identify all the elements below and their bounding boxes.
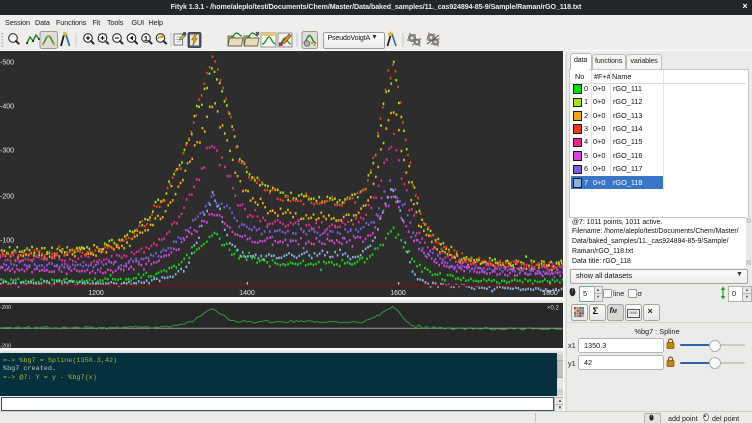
svg-text:-200: -200 <box>0 194 14 201</box>
svg-text:1400: 1400 <box>239 290 255 297</box>
svg-text:×0.2: ×0.2 <box>547 306 560 312</box>
svg-text:-300: -300 <box>0 148 14 155</box>
svg-text:-100: -100 <box>0 238 14 245</box>
svg-text:1600: 1600 <box>390 290 406 297</box>
svg-text:-200: -200 <box>0 305 11 311</box>
svg-text:1200: 1200 <box>88 290 104 297</box>
svg-text:-500: -500 <box>0 60 14 67</box>
svg-text:-400: -400 <box>0 104 14 111</box>
svg-text:1800: 1800 <box>542 290 558 297</box>
svg-text:1: 1 <box>144 34 148 43</box>
